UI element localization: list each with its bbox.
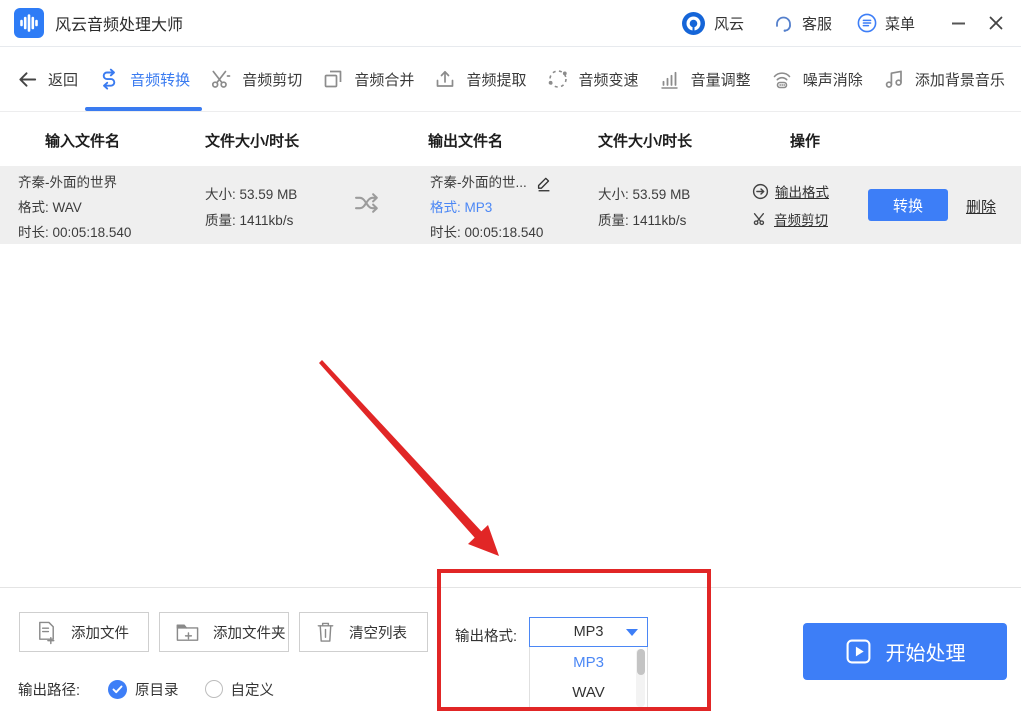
play-icon bbox=[846, 639, 870, 664]
convert-button[interactable]: 转换 bbox=[868, 189, 948, 221]
output-format-select[interactable]: MP3 bbox=[529, 617, 648, 647]
tab-audio-speed[interactable]: 音频变速 bbox=[546, 47, 639, 111]
menu-label: 菜单 bbox=[884, 15, 915, 33]
dropdown-scrollbar[interactable] bbox=[636, 649, 645, 707]
col-input-filename: 输入文件名 bbox=[45, 133, 121, 150]
radio-unchecked-icon bbox=[204, 680, 223, 698]
tab-noise-removal[interactable]: 噪声消除 bbox=[770, 47, 863, 111]
brand-button[interactable]: 风云 bbox=[680, 10, 744, 37]
dropdown-option-mp3[interactable]: MP3 bbox=[530, 647, 647, 677]
tab-volume-adjust[interactable]: 音量调整 bbox=[658, 47, 751, 111]
input-duration-value: 00:05:18.540 bbox=[52, 225, 132, 240]
radio-original-directory[interactable]: 原目录 bbox=[108, 679, 179, 700]
output-format-dropdown-list: MP3 WAV bbox=[529, 647, 648, 711]
chevron-down-icon bbox=[626, 629, 638, 636]
clear-list-button[interactable]: 清空列表 bbox=[299, 612, 428, 652]
music-note-icon bbox=[885, 70, 902, 88]
output-format-link[interactable]: 输出格式 bbox=[752, 177, 829, 205]
support-label: 客服 bbox=[801, 15, 832, 33]
input-quality-value: 1411kb/s bbox=[239, 213, 294, 228]
tab-audio-extract[interactable]: 音频提取 bbox=[433, 47, 526, 111]
tab-add-bgm[interactable]: 添加背景音乐 bbox=[882, 47, 1005, 111]
input-file-info: 齐秦-外面的世界 格式: WAV 时长: 00:05:18.540 bbox=[18, 170, 131, 245]
audio-convert-icon bbox=[102, 68, 116, 90]
input-file-name: 齐秦-外面的世界 bbox=[18, 175, 117, 190]
output-file-name: 齐秦-外面的世... bbox=[430, 175, 527, 190]
back-arrow-icon bbox=[19, 71, 37, 87]
scissors-icon bbox=[212, 70, 232, 88]
col-actions: 操作 bbox=[790, 133, 821, 150]
output-format-value: MP3 bbox=[464, 200, 493, 215]
menu-icon bbox=[857, 13, 877, 33]
merge-icon bbox=[324, 70, 342, 88]
row-action-links: 输出格式 音频剪切 bbox=[752, 177, 829, 233]
support-button[interactable]: 客服 bbox=[772, 12, 832, 35]
start-processing-button[interactable]: 开始处理 bbox=[803, 623, 1007, 680]
delete-link[interactable]: 删除 bbox=[966, 196, 996, 217]
input-format-value: WAV bbox=[52, 200, 82, 215]
output-size-value: 53.59 MB bbox=[632, 187, 691, 202]
edit-pencil-icon[interactable] bbox=[535, 174, 553, 192]
input-size-value: 53.59 MB bbox=[239, 187, 298, 202]
menu-button[interactable]: 菜单 bbox=[856, 12, 915, 34]
col-output-size-duration: 文件大小/时长 bbox=[598, 133, 693, 150]
extract-icon bbox=[437, 70, 454, 87]
col-output-filename: 输出文件名 bbox=[428, 133, 504, 150]
radio-custom-directory[interactable]: 自定义 bbox=[204, 679, 274, 700]
brand-label: 风云 bbox=[713, 15, 744, 33]
scissors-small-icon bbox=[753, 213, 765, 226]
footer-divider bbox=[0, 587, 1021, 588]
output-path-label: 输出路径: bbox=[18, 682, 81, 699]
titlebar: 风云音频处理大师 风云 客服 菜单 bbox=[0, 0, 1021, 47]
dropdown-scrollbar-thumb[interactable] bbox=[636, 649, 645, 675]
app-title: 风云音频处理大师 bbox=[55, 17, 184, 34]
tab-audio-merge[interactable]: 音频合并 bbox=[321, 47, 414, 111]
tab-audio-cut[interactable]: 音频剪切 bbox=[209, 47, 302, 111]
circle-arrow-icon bbox=[752, 183, 769, 199]
trash-icon bbox=[317, 622, 334, 642]
speed-icon bbox=[548, 70, 567, 88]
output-quality-value: 1411kb/s bbox=[632, 213, 687, 228]
add-folder-button[interactable]: 添加文件夹 bbox=[159, 612, 289, 652]
close-button[interactable] bbox=[983, 10, 1009, 36]
brand-logo-icon bbox=[681, 11, 705, 35]
table-header: 输入文件名 文件大小/时长 输出文件名 文件大小/时长 操作 bbox=[0, 112, 1021, 166]
toolbar-tabs: 返回 音频转换 音频剪切 音频合并 音频提取 音频变速 音量调整 噪声消除 添加… bbox=[0, 47, 1021, 112]
headset-icon bbox=[776, 16, 791, 32]
output-path-row: 输出路径: 原目录 自定义 bbox=[18, 677, 274, 701]
back-button[interactable]: 返回 bbox=[16, 47, 78, 111]
add-file-button[interactable]: 添加文件 bbox=[19, 612, 149, 652]
output-size-info: 大小: 53.59 MB 质量: 1411kb/s bbox=[598, 187, 691, 228]
tab-audio-convert[interactable]: 音频转换 bbox=[85, 47, 203, 111]
app-logo-icon bbox=[14, 8, 44, 38]
output-format-label: 输出格式: bbox=[455, 629, 518, 645]
folder-plus-icon bbox=[176, 624, 199, 641]
output-file-info: 齐秦-外面的世... 格式: MP3 时长: 00:05:18.540 bbox=[430, 170, 553, 245]
audio-cut-link[interactable]: 音频剪切 bbox=[752, 205, 829, 233]
dropdown-option-wav[interactable]: WAV bbox=[530, 677, 647, 707]
file-plus-icon bbox=[39, 621, 55, 644]
col-input-size-duration: 文件大小/时长 bbox=[205, 133, 300, 150]
table-row: 齐秦-外面的世界 格式: WAV 时长: 00:05:18.540 大小: 53… bbox=[0, 166, 1021, 244]
radio-checked-icon bbox=[108, 679, 128, 699]
close-icon bbox=[989, 16, 1003, 30]
output-format-selected: MP3 bbox=[573, 624, 604, 640]
minimize-button[interactable] bbox=[945, 10, 971, 36]
shuffle-icon bbox=[352, 190, 382, 216]
output-duration-value: 00:05:18.540 bbox=[464, 225, 544, 240]
input-size-info: 大小: 53.59 MB 质量: 1411kb/s bbox=[205, 187, 298, 228]
volume-bars-icon bbox=[660, 71, 678, 89]
noise-waves-icon bbox=[773, 72, 791, 89]
minimize-icon bbox=[951, 22, 965, 24]
